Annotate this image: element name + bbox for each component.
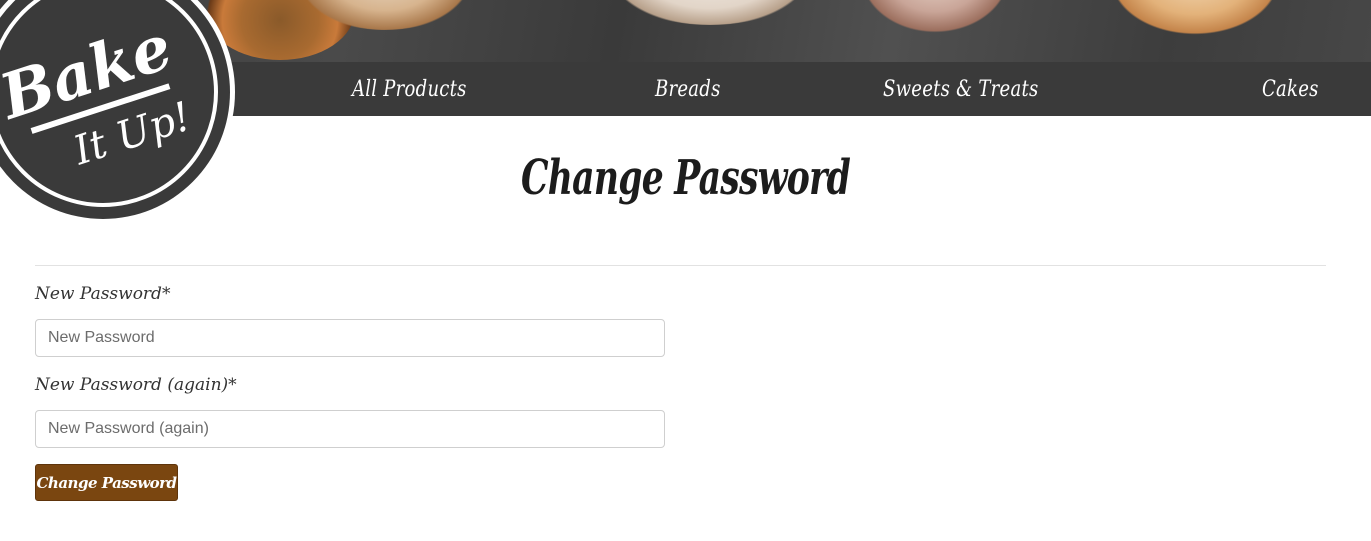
title-divider xyxy=(35,265,1326,266)
new-password-again-label: New Password (again)* xyxy=(35,375,237,395)
page-title: Change Password xyxy=(0,150,1371,206)
change-password-button[interactable]: Change Password xyxy=(35,464,178,501)
new-password-label: New Password* xyxy=(35,284,171,304)
bread-image xyxy=(1110,0,1280,35)
nav-sweets-treats[interactable]: Sweets & Treats xyxy=(883,62,1038,116)
nav-breads[interactable]: Breads xyxy=(655,62,721,116)
nav-all-products[interactable]: All Products xyxy=(352,62,467,116)
bread-image xyxy=(610,0,810,25)
new-password-again-input[interactable] xyxy=(35,410,665,448)
new-password-input[interactable] xyxy=(35,319,665,357)
nav-cakes[interactable]: Cakes xyxy=(1262,62,1319,116)
bread-image xyxy=(860,0,1010,33)
page-title-text: Change Password xyxy=(520,150,851,206)
